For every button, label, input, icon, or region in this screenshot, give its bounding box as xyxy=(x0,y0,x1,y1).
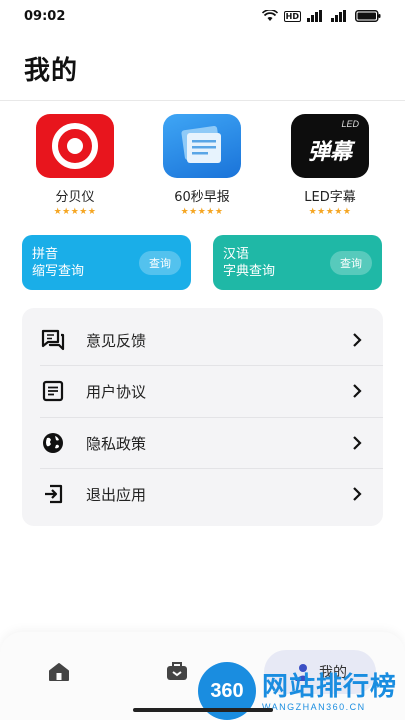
app-rating: ★★★★★ xyxy=(180,207,224,217)
menu-label: 意见反馈 xyxy=(86,331,147,350)
exit-icon xyxy=(40,481,66,507)
menu-item-exit[interactable]: 退出应用 xyxy=(22,468,383,520)
query-button[interactable]: 查询 xyxy=(139,250,181,275)
menu-item-privacy-policy[interactable]: 隐私政策 xyxy=(22,417,383,469)
signal-icon-2 xyxy=(331,10,346,22)
document-icon xyxy=(40,378,66,404)
user-icon xyxy=(295,664,311,681)
app-item-decibel[interactable]: 分贝仪 ★★★★★ xyxy=(15,114,135,217)
app-item-led[interactable]: LED 弹幕 LED字幕 ★★★★★ xyxy=(270,114,390,217)
status-time: 09:02 xyxy=(24,8,66,24)
news-icon xyxy=(163,114,241,178)
wifi-icon xyxy=(261,10,278,21)
header-divider xyxy=(0,100,405,101)
led-icon-small: LED xyxy=(341,119,359,129)
card-text: 拼音 缩写查询 xyxy=(32,246,84,280)
app-name: 60秒早报 xyxy=(174,190,230,205)
menu-item-feedback[interactable]: 意见反馈 xyxy=(22,314,383,366)
chevron-right-icon xyxy=(353,333,362,347)
card-subtitle: 缩写查询 xyxy=(32,263,85,279)
app-list: 分贝仪 ★★★★★ 60秒早报 ★★★★★ LED 弹幕 LED字幕 ★★★★★ xyxy=(0,114,405,224)
card-title: 拼音 xyxy=(32,246,59,262)
globe-icon xyxy=(40,430,66,456)
decibel-icon xyxy=(36,114,114,178)
menu-label: 用户协议 xyxy=(86,382,147,401)
settings-menu: 意见反馈 用户协议 隐私政策 退出应用 xyxy=(22,308,383,526)
chevron-right-icon xyxy=(353,487,362,501)
menu-label: 隐私政策 xyxy=(86,434,147,453)
app-name: 分贝仪 xyxy=(55,190,95,205)
app-rating: ★★★★★ xyxy=(308,207,352,217)
app-item-news[interactable]: 60秒早报 ★★★★★ xyxy=(142,114,262,217)
menu-label: 退出应用 xyxy=(86,485,147,504)
tab-home[interactable] xyxy=(45,660,73,684)
tab-tools[interactable] xyxy=(162,658,192,684)
card-subtitle: 字典查询 xyxy=(223,263,276,279)
status-icons: HD xyxy=(261,10,381,22)
led-icon: LED 弹幕 xyxy=(291,114,369,178)
status-bar: 09:02 HD xyxy=(0,0,405,32)
feedback-icon xyxy=(40,327,66,353)
dictionary-query-card[interactable]: 汉语 字典查询 查询 xyxy=(213,235,382,290)
tab-mine[interactable]: 我的 xyxy=(264,650,376,694)
menu-item-user-agreement[interactable]: 用户协议 xyxy=(22,365,383,417)
home-indicator xyxy=(133,708,273,712)
page-title: 我的 xyxy=(24,56,79,86)
tab-label: 我的 xyxy=(319,665,347,681)
app-rating: ★★★★★ xyxy=(53,207,97,217)
card-text: 汉语 字典查询 xyxy=(223,246,275,280)
toolbox-icon xyxy=(167,662,187,680)
hd-badge: HD xyxy=(283,10,301,22)
card-title: 汉语 xyxy=(223,246,250,262)
pinyin-query-card[interactable]: 拼音 缩写查询 查询 xyxy=(22,235,191,290)
home-icon xyxy=(49,663,69,681)
query-button[interactable]: 查询 xyxy=(330,250,372,275)
signal-icon xyxy=(307,10,322,22)
chevron-right-icon xyxy=(353,436,362,450)
app-name: LED字幕 xyxy=(304,190,356,205)
battery-icon xyxy=(355,10,381,22)
led-icon-text: 弹幕 xyxy=(307,140,352,165)
chevron-right-icon xyxy=(353,384,362,398)
bottom-tab-bar: 我的 xyxy=(0,632,405,720)
